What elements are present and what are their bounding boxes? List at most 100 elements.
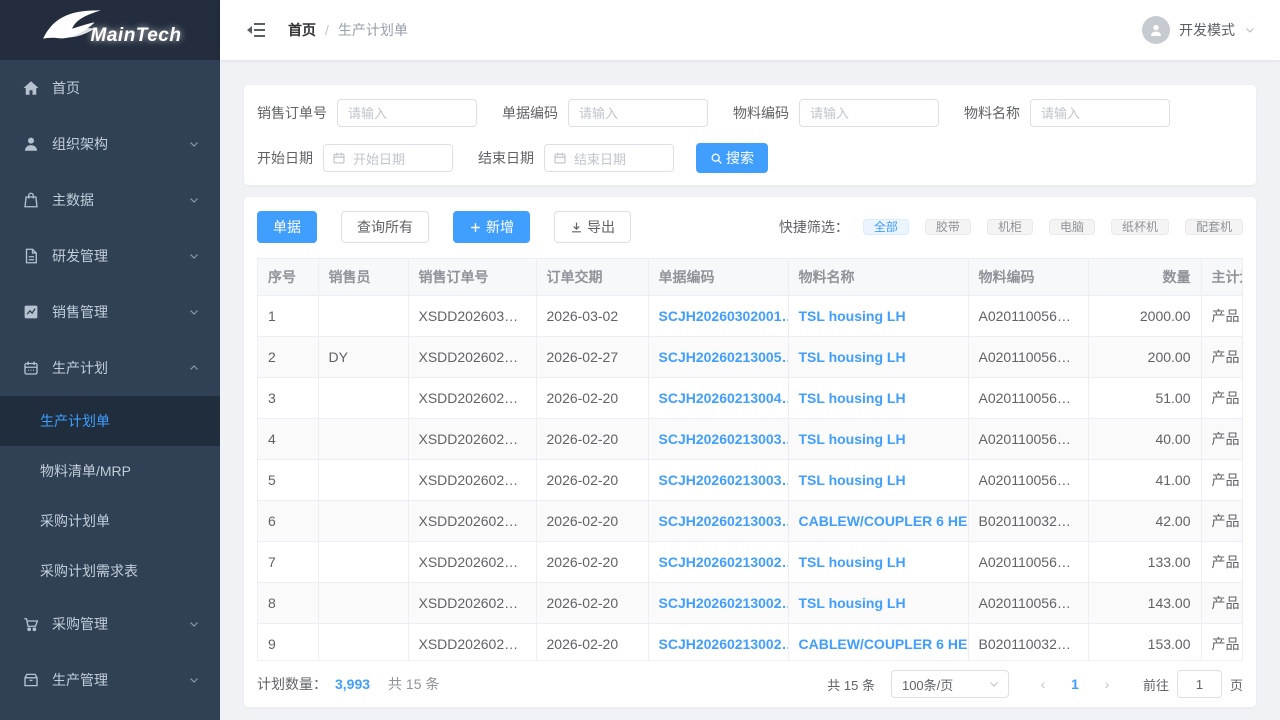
doc-code-link[interactable]: SCJH20260302001… xyxy=(659,308,789,324)
start-date-input[interactable]: 开始日期 xyxy=(323,144,453,172)
filter-label: 销售订单号 xyxy=(257,103,327,123)
cell-plan-type: 产品 xyxy=(1201,418,1243,459)
material-name-link[interactable]: CABLEW/COUPLER 6 HE xyxy=(799,513,968,529)
quick-filter-chip[interactable]: 纸杯机 xyxy=(1111,219,1169,235)
next-page-button[interactable]: › xyxy=(1091,676,1123,692)
sidebar-subitem-item[interactable]: 物料清单/MRP xyxy=(0,446,220,496)
filter-label: 结束日期 xyxy=(478,148,534,168)
cell-salesperson xyxy=(318,541,408,582)
material-name-link[interactable]: TSL housing LH xyxy=(799,349,906,365)
cell-material-name: TSL housing LH xyxy=(788,377,968,418)
table-row: 5XSDD202602…2026-02-20SCJH20260213003…TS… xyxy=(258,459,1243,500)
chevron-down-icon xyxy=(1244,24,1256,36)
doc-code-link[interactable]: SCJH20260213002… xyxy=(659,554,789,570)
date-placeholder: 结束日期 xyxy=(574,149,626,168)
cell-quantity: 51.00 xyxy=(1088,377,1201,418)
doc-code-link[interactable]: SCJH20260213002… xyxy=(659,636,789,652)
material-name-link[interactable]: TSL housing LH xyxy=(799,554,906,570)
chevron-down-icon xyxy=(988,678,1000,690)
sidebar-item-rd-management[interactable]: 研发管理 xyxy=(0,228,220,284)
prev-page-button[interactable]: ‹ xyxy=(1027,676,1059,692)
filter-panel: 销售订单号单据编码物料编码物料名称 开始日期 开始日期 结束日期 结束日期 xyxy=(244,85,1256,185)
doc-code-link[interactable]: SCJH20260213002… xyxy=(659,595,789,611)
query-all-button[interactable]: 查询所有 xyxy=(341,211,429,243)
doc-code-link[interactable]: SCJH20260213003… xyxy=(659,472,789,488)
goto-page-input[interactable] xyxy=(1177,670,1222,698)
breadcrumb-current: 生产计划单 xyxy=(338,20,408,40)
sidebar-item-label: 销售管理 xyxy=(52,302,188,322)
cell-plan-type: 产品 xyxy=(1201,582,1243,623)
end-date-input[interactable]: 结束日期 xyxy=(544,144,674,172)
material-name-link[interactable]: TSL housing LH xyxy=(799,390,906,406)
filter-input-1[interactable] xyxy=(568,99,708,127)
page-unit-label: 页 xyxy=(1230,675,1243,694)
quick-filter-chip[interactable]: 全部 xyxy=(863,219,909,235)
quick-filter-chip[interactable]: 配套机 xyxy=(1185,219,1243,235)
sidebar-item-home[interactable]: 首页 xyxy=(0,60,220,116)
export-button[interactable]: 导出 xyxy=(554,211,631,243)
cell-seq: 8 xyxy=(258,582,318,623)
filter-input-3[interactable] xyxy=(1030,99,1170,127)
sidebar-subitem-item[interactable]: 采购计划需求表 xyxy=(0,546,220,596)
cell-material-name: CABLEW/COUPLER 6 HE xyxy=(788,500,968,541)
sidebar-item-organization[interactable]: 组织架构 xyxy=(0,116,220,172)
box-icon xyxy=(22,671,40,689)
user-mode-label: 开发模式 xyxy=(1179,20,1235,40)
cell-doc-code: SCJH20260302001… xyxy=(648,295,788,336)
search-button[interactable]: 搜索 xyxy=(696,143,768,173)
sidebar-collapse-icon[interactable] xyxy=(246,20,266,40)
cell-salesperson xyxy=(318,418,408,459)
doc-code-link[interactable]: SCJH20260213005… xyxy=(659,349,789,365)
material-name-link[interactable]: TSL housing LH xyxy=(799,472,906,488)
cell-quantity: 143.00 xyxy=(1088,582,1201,623)
cell-sales-order-no: XSDD202603… xyxy=(408,295,536,336)
material-name-link[interactable]: TSL housing LH xyxy=(799,595,906,611)
quick-filter-chip[interactable]: 电脑 xyxy=(1049,219,1095,235)
cell-sales-order-no: XSDD202602… xyxy=(408,377,536,418)
cell-material-name: TSL housing LH xyxy=(788,459,968,500)
page-size-select[interactable]: 100条/页 xyxy=(891,670,1009,698)
sidebar-item-production-plan[interactable]: 生产计划 xyxy=(0,340,220,396)
quick-filter-chip[interactable]: 机柜 xyxy=(987,219,1033,235)
filter-input-0[interactable] xyxy=(337,99,477,127)
goto-label: 前往 xyxy=(1143,675,1169,694)
sidebar-item-purchase-management[interactable]: 采购管理 xyxy=(0,596,220,652)
doc-code-link[interactable]: SCJH20260213004… xyxy=(659,390,789,406)
cell-salesperson xyxy=(318,377,408,418)
doc-code-link[interactable]: SCJH20260213003… xyxy=(659,431,789,447)
filter-row-date: 开始日期 开始日期 结束日期 结束日期 xyxy=(257,143,1243,173)
cell-sales-order-no: XSDD202602… xyxy=(408,582,536,623)
filter-label: 单据编码 xyxy=(502,103,558,123)
current-page[interactable]: 1 xyxy=(1059,676,1091,692)
doc-button[interactable]: 单据 xyxy=(257,211,317,243)
sidebar-item-label: 采购管理 xyxy=(52,614,188,634)
cell-seq: 3 xyxy=(258,377,318,418)
cell-order-delivery-date: 2026-02-20 xyxy=(536,377,648,418)
sidebar-item-master-data[interactable]: 主数据 xyxy=(0,172,220,228)
user-menu[interactable]: 开发模式 xyxy=(1142,16,1256,44)
material-name-link[interactable]: CABLEW/COUPLER 6 HE xyxy=(799,636,968,652)
sidebar-subitem-item[interactable]: 采购计划单 xyxy=(0,496,220,546)
breadcrumb-home[interactable]: 首页 xyxy=(288,20,316,40)
quick-filter-chip[interactable]: 胶带 xyxy=(925,219,971,235)
column-header-doc-code: 单据编码 xyxy=(648,259,788,295)
filter-input-2[interactable] xyxy=(799,99,939,127)
sidebar-item-production-management[interactable]: 生产管理 xyxy=(0,652,220,708)
cell-doc-code: SCJH20260213002… xyxy=(648,541,788,582)
material-name-link[interactable]: TSL housing LH xyxy=(799,431,906,447)
cell-salesperson xyxy=(318,295,408,336)
button-label: 新增 xyxy=(486,217,514,237)
filter-label: 物料编码 xyxy=(733,103,789,123)
sidebar-item-sales-management[interactable]: 销售管理 xyxy=(0,284,220,340)
chevron-down-icon xyxy=(188,674,200,686)
doc-code-link[interactable]: SCJH20260213003… xyxy=(659,513,789,529)
table-row: 3 XSDD202602…2026-02-20 SCJH20260213004… TS… xyxy=(258,377,1243,418)
plan-qty-label: 计划数量： xyxy=(257,674,327,694)
table-panel: 单据 查询所有 新增 导出 快捷筛选： 全部胶带机柜 xyxy=(244,197,1256,707)
brand-logo: MainTech xyxy=(0,0,220,60)
add-button[interactable]: 新增 xyxy=(453,211,530,243)
sidebar-subitem-active[interactable]: 生产计划单 xyxy=(0,396,220,446)
search-icon xyxy=(710,152,723,165)
button-label: 导出 xyxy=(587,217,615,237)
material-name-link[interactable]: TSL housing LH xyxy=(799,308,906,324)
